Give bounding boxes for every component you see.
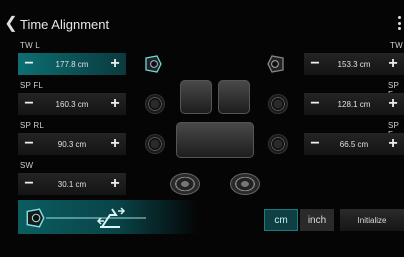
- stepper-sw: − 30.1 cm +: [18, 173, 126, 195]
- stepper-sp-fr: − 128.1 cm +: [304, 93, 404, 115]
- stepper-tw-l: − 177.8 cm +: [18, 53, 126, 75]
- seat-position-icon: [96, 207, 126, 228]
- speaker-front-right-icon[interactable]: [268, 94, 288, 114]
- channel-label-tw-r: TW: [390, 41, 403, 50]
- minus-button[interactable]: −: [18, 93, 40, 115]
- channel-label-sw: SW: [20, 161, 34, 170]
- speaker-rear-right-icon[interactable]: [268, 134, 288, 154]
- listening-position-bar[interactable]: [18, 200, 198, 234]
- front-left-seat-icon: [180, 80, 212, 114]
- value-sp-rr: 66.5 cm: [339, 139, 369, 149]
- plus-button[interactable]: +: [382, 53, 404, 75]
- minus-button[interactable]: −: [304, 133, 326, 155]
- unit-toggle: cm inch: [264, 209, 334, 231]
- tweeter-left-icon[interactable]: [143, 54, 163, 74]
- stepper-tw-r: − 153.3 cm +: [304, 53, 404, 75]
- subwoofer-right-icon[interactable]: [230, 173, 260, 195]
- back-chevron-icon[interactable]: ❮: [4, 15, 18, 33]
- speaker-front-left-icon[interactable]: [145, 94, 165, 114]
- tweeter-icon: [26, 208, 45, 228]
- value-tw-l: 177.8 cm: [55, 59, 89, 69]
- value-sp-fr: 128.1 cm: [337, 99, 371, 109]
- channel-label-sp-rl: SP RL: [20, 121, 44, 130]
- value-sw: 30.1 cm: [57, 179, 87, 189]
- minus-button[interactable]: −: [18, 173, 40, 195]
- plus-button[interactable]: +: [104, 133, 126, 155]
- value-sp-rl: 90.3 cm: [57, 139, 87, 149]
- vertical-dots-icon[interactable]: [398, 16, 402, 30]
- minus-button[interactable]: −: [304, 53, 326, 75]
- unit-cm-button[interactable]: cm: [264, 209, 298, 231]
- minus-button[interactable]: −: [18, 133, 40, 155]
- front-right-seat-icon: [218, 80, 250, 114]
- stepper-sp-rr: − 66.5 cm +: [304, 133, 404, 155]
- minus-button[interactable]: −: [304, 93, 326, 115]
- plus-button[interactable]: +: [104, 173, 126, 195]
- channel-label-tw-l: TW L: [20, 41, 40, 50]
- channel-label-sp-fl: SP FL: [20, 81, 44, 90]
- plus-button[interactable]: +: [382, 93, 404, 115]
- stepper-sp-fl: − 160.3 cm +: [18, 93, 126, 115]
- time-alignment-screen: ❮ Time Alignment TW L − 177.8 cm + TW − …: [0, 0, 404, 257]
- value-tw-r: 153.3 cm: [337, 59, 371, 69]
- stepper-sp-rl: − 90.3 cm +: [18, 133, 126, 155]
- plus-button[interactable]: +: [104, 93, 126, 115]
- header: ❮ Time Alignment: [4, 14, 109, 34]
- plus-button[interactable]: +: [104, 53, 126, 75]
- speaker-rear-left-icon[interactable]: [145, 134, 165, 154]
- page-title: Time Alignment: [20, 16, 110, 32]
- plus-button[interactable]: +: [382, 133, 404, 155]
- value-sp-fl: 160.3 cm: [55, 99, 89, 109]
- minus-button[interactable]: −: [18, 53, 40, 75]
- subwoofer-left-icon[interactable]: [170, 173, 200, 195]
- tweeter-right-icon[interactable]: [266, 54, 286, 74]
- unit-inch-button[interactable]: inch: [300, 209, 334, 231]
- initialize-button[interactable]: Initialize: [340, 209, 404, 231]
- rear-seat-icon: [176, 122, 254, 158]
